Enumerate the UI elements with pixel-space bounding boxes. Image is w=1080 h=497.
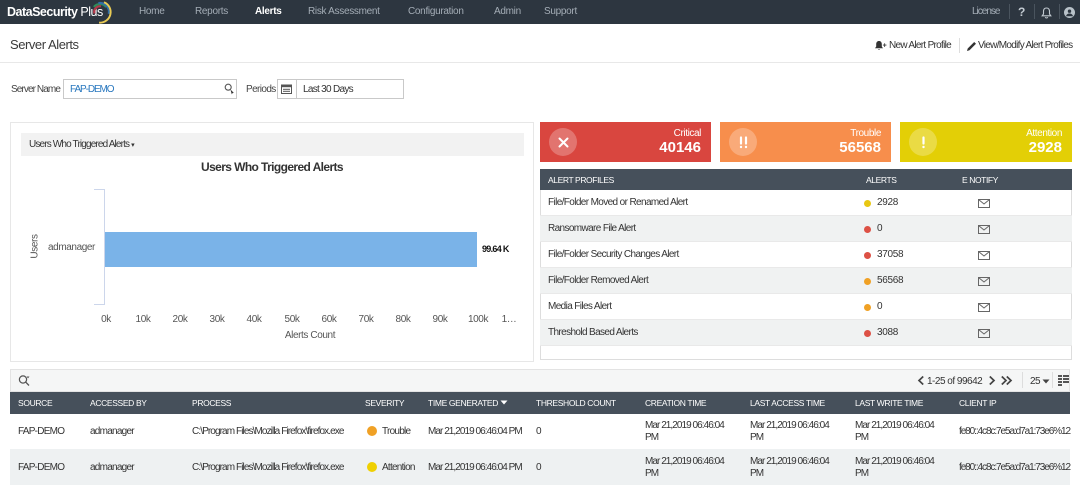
svg-text:+: + [883,42,887,49]
